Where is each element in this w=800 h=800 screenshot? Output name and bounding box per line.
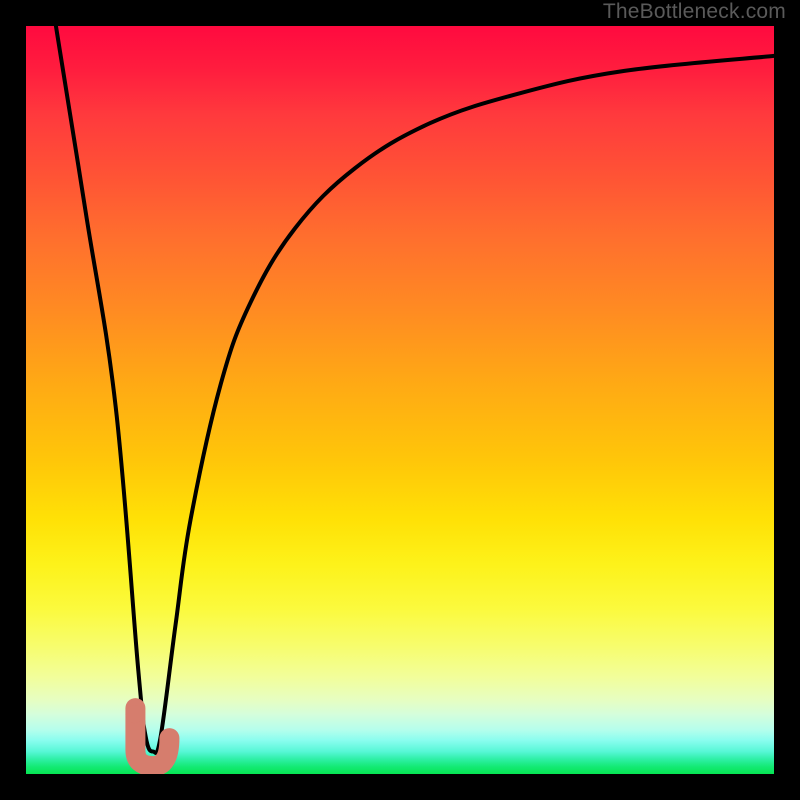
chart-frame: TheBottleneck.com — [0, 0, 800, 800]
j-marker-dot-icon — [125, 705, 143, 723]
bottleneck-curve — [56, 26, 774, 753]
plot-area — [26, 26, 774, 774]
chart-svg — [26, 26, 774, 774]
watermark-text: TheBottleneck.com — [603, 0, 786, 24]
